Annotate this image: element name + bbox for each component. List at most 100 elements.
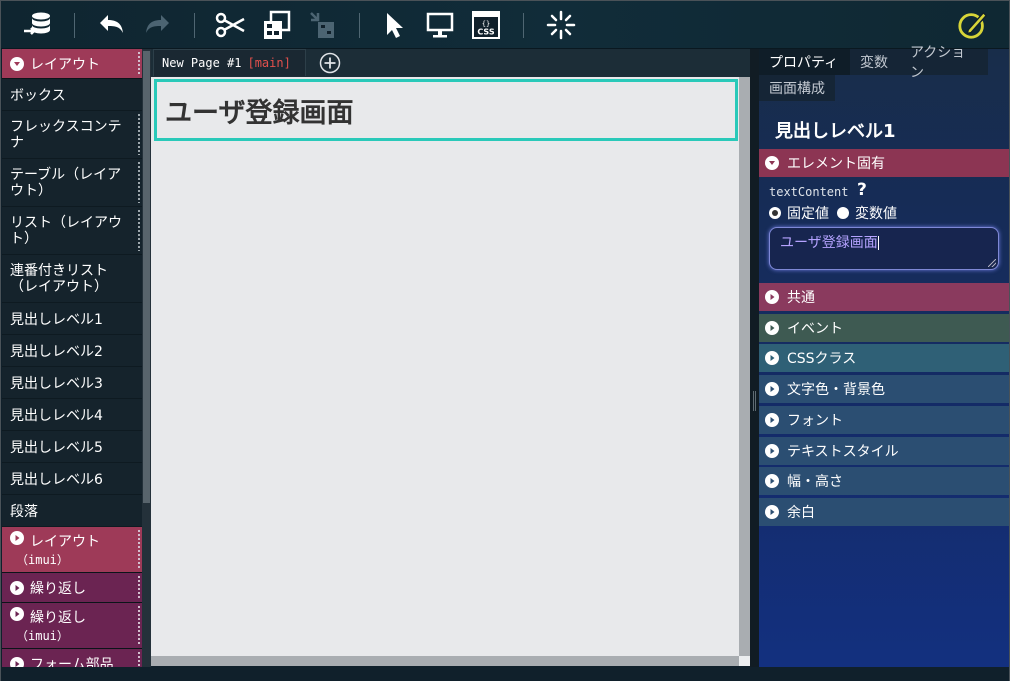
value-type-radios: 固定値 変数値 (769, 203, 897, 223)
palette-item-label: 見出しレベル2 (10, 343, 103, 360)
section-label: イベント (787, 320, 843, 337)
toolbar-separator (523, 13, 524, 38)
chevron-down-icon (10, 56, 24, 71)
text-content-input[interactable]: ユーザ登録画面 (769, 227, 999, 270)
section-8[interactable]: 余白 (759, 497, 1009, 526)
database-sync-icon[interactable] (21, 9, 53, 41)
monitor-icon[interactable] (424, 9, 456, 41)
palette-item[interactable]: 連番付きリスト （レイアウト） (2, 255, 142, 303)
redo-icon[interactable] (141, 9, 173, 41)
section-label: 余白 (787, 504, 815, 521)
palette-category-label: レイアウト (30, 56, 100, 73)
design-canvas[interactable]: ユーザ登録画面 (151, 77, 739, 656)
pointer-icon[interactable] (379, 9, 411, 41)
palette-category[interactable]: レイアウト （imui） (2, 527, 142, 573)
chevron-right-icon (765, 443, 779, 458)
palette-item[interactable]: フレックスコンテナ (2, 111, 142, 159)
section-label: 文字色・背景色 (787, 382, 885, 399)
palette-category-layout[interactable]: レイアウト (2, 49, 142, 79)
palette-category[interactable]: 繰り返し (2, 573, 142, 603)
tab-page-label: New Page #1 (162, 56, 242, 70)
chevron-right-icon (765, 290, 779, 304)
tab-variables[interactable]: 変数 (850, 49, 900, 75)
chevron-right-icon (765, 382, 779, 397)
toolbar-separator (74, 13, 75, 38)
palette-item[interactable]: 見出しレベル3 (2, 367, 142, 399)
chevron-right-icon (765, 412, 779, 427)
palette-scrollbar[interactable] (142, 49, 151, 667)
palette-item[interactable]: 見出しレベル6 (2, 463, 142, 495)
palette-item[interactable]: 見出しレベル1 (2, 303, 142, 335)
canvas-horizontal-scrollbar[interactable] (151, 656, 750, 666)
tab-branch-label: [main] (247, 56, 291, 70)
palette-item[interactable]: 段落 (2, 495, 142, 527)
section-6[interactable]: テキストスタイル (759, 436, 1009, 465)
tab-properties[interactable]: プロパティ (759, 49, 850, 75)
drag-handle (138, 530, 140, 569)
section-4[interactable]: 文字色・背景色 (759, 375, 1009, 404)
radio-variable[interactable] (837, 207, 849, 219)
palette-item[interactable]: ボックス (2, 79, 142, 111)
selected-heading-element[interactable]: ユーザ登録画面 (154, 79, 738, 141)
palette-item[interactable]: 見出しレベル5 (2, 431, 142, 463)
palette-categories: レイアウト （imui） 繰り返し繰り返し （imui） フォーム部品 (2, 527, 142, 667)
chevron-right-icon (765, 320, 779, 335)
drag-handle (138, 210, 140, 251)
palette-item-label: テーブル（レイア ウト） (10, 166, 122, 199)
palette-category-label: レイアウト （imui） (16, 534, 100, 567)
drag-handle (138, 52, 140, 75)
text-content-label: textContent (769, 185, 849, 199)
section-element-specific[interactable]: エレメント固有 (759, 149, 1009, 177)
section-2[interactable]: イベント (759, 313, 1009, 342)
palette-scrollbar-thumb[interactable] (143, 51, 150, 503)
palette-category-label: 繰り返し （imui） (16, 610, 86, 643)
tab-actions[interactable]: アクション (900, 45, 988, 81)
palette-category-label: 繰り返し (30, 580, 86, 597)
splitter-grip[interactable] (753, 391, 756, 411)
palette-category[interactable]: フォーム部品 (2, 649, 142, 667)
section-3[interactable]: CSSクラス (759, 344, 1009, 373)
section-7[interactable]: 幅・高さ (759, 467, 1009, 496)
section-label: 幅・高さ (787, 474, 843, 491)
tab-screen-structure[interactable]: 画面構成 (759, 75, 835, 101)
undo-icon[interactable] (96, 9, 128, 41)
palette-item[interactable]: 見出しレベル4 (2, 399, 142, 431)
section-label: エレメント固有 (787, 156, 885, 172)
tree-paste-icon[interactable] (306, 9, 338, 41)
canvas-vertical-scrollbar[interactable] (739, 77, 750, 656)
edit-icon[interactable] (957, 9, 989, 41)
panel-splitter[interactable] (750, 49, 759, 667)
tab-properties-label: プロパティ (769, 55, 839, 71)
chevron-right-icon (10, 607, 24, 621)
palette-item-label: 連番付きリスト （レイアウト） (10, 262, 108, 295)
palette-item-label: 見出しレベル6 (10, 471, 103, 488)
add-tab-icon[interactable] (319, 52, 341, 74)
palette-category[interactable]: 繰り返し （imui） (2, 603, 142, 649)
help-icon[interactable]: ? (857, 180, 867, 200)
css-icon[interactable]: {} CSS (470, 9, 502, 41)
palette-item-label: ボックス (10, 87, 66, 104)
radio-fixed[interactable] (769, 207, 781, 219)
page-heading: ユーザ登録画面 (165, 97, 354, 129)
section-label: フォント (787, 412, 843, 429)
palette-item-label: 見出しレベル3 (10, 375, 103, 392)
text-caret (877, 236, 879, 250)
radio-variable-label: 変数値 (855, 206, 897, 222)
palette-item[interactable]: 見出しレベル2 (2, 335, 142, 367)
css-icon-label: CSS (477, 28, 494, 37)
palette-category-label: フォーム部品 (30, 656, 114, 668)
tab-new-page[interactable]: New Page #1 [main] (153, 49, 306, 76)
palette-item[interactable]: テーブル（レイア ウト） (2, 159, 142, 207)
loading-icon[interactable] (545, 9, 577, 41)
section-5[interactable]: フォント (759, 405, 1009, 434)
toolbar: {} CSS (1, 1, 1009, 49)
text-content-value: ユーザ登録画面 (780, 235, 878, 251)
tree-copy-icon[interactable] (260, 9, 292, 41)
palette-item-label: リスト（レイアウ ト） (10, 214, 122, 247)
cut-icon[interactable] (214, 9, 246, 41)
palette-item-label: 見出しレベル4 (10, 407, 103, 424)
section-1[interactable]: 共通 (759, 283, 1009, 311)
resize-handle[interactable] (988, 259, 996, 267)
palette-item[interactable]: リスト（レイアウ ト） (2, 207, 142, 255)
scrollbar-corner (739, 656, 750, 666)
